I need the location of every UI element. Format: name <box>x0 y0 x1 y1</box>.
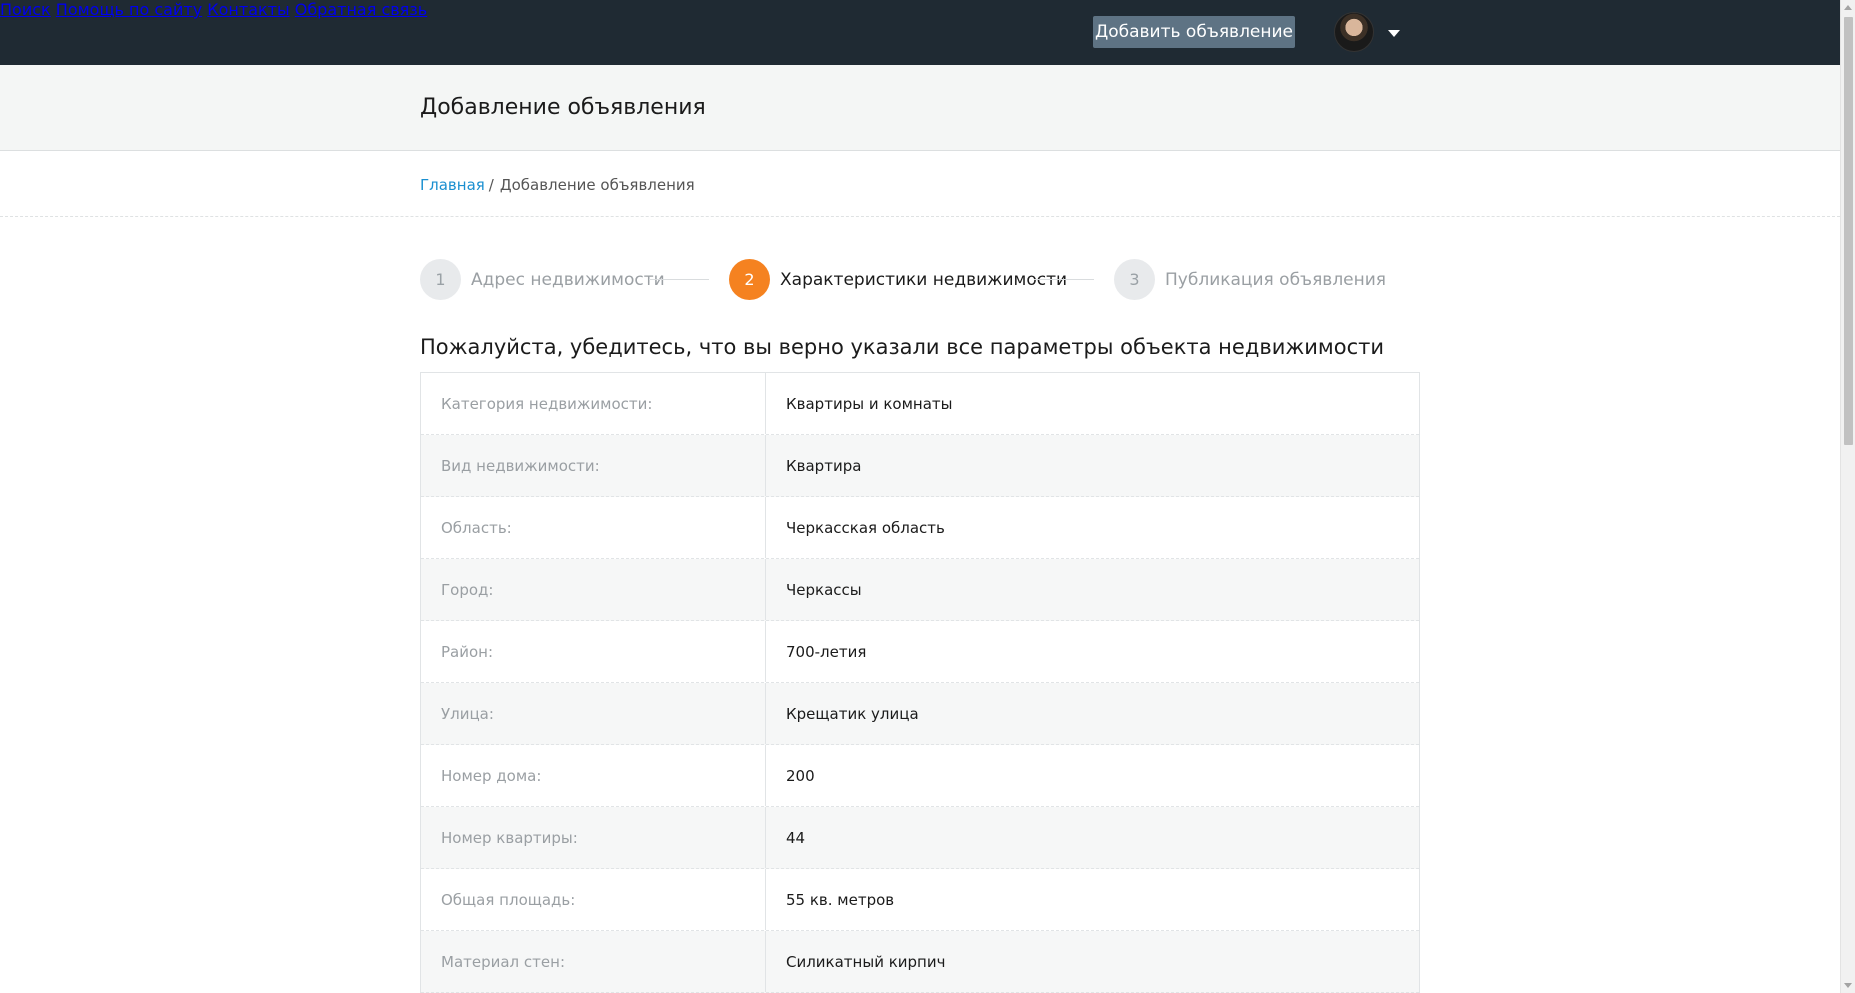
scroll-up-arrow-icon[interactable] <box>1844 5 1852 10</box>
scroll-down-arrow-icon[interactable] <box>1844 983 1852 988</box>
top-navbar: Поиск Помощь по сайту Контакты Обратная … <box>0 0 1840 65</box>
page-header: Добавление объявления <box>0 65 1840 151</box>
step-label: Адрес недвижимости <box>471 269 665 290</box>
param-value: 44 <box>786 828 806 847</box>
step-characteristics[interactable]: 2 Характеристики недвижимости <box>729 259 1067 300</box>
param-value: Силикатный кирпич <box>786 952 946 971</box>
param-value: 55 кв. метров <box>786 890 895 909</box>
chevron-down-icon[interactable] <box>1388 30 1400 37</box>
step-connector <box>1034 279 1094 280</box>
step-address[interactable]: 1 Адрес недвижимости <box>420 259 665 300</box>
breadcrumb-home-link[interactable]: Главная <box>420 176 485 194</box>
param-label: Район: <box>421 621 766 682</box>
param-value: Черкассы <box>786 580 862 599</box>
step-connector <box>649 279 709 280</box>
table-row: Область: Черкасская область <box>421 497 1419 559</box>
step-number: 3 <box>1114 259 1155 300</box>
step-number: 1 <box>420 259 461 300</box>
table-row: Номер дома: 200 <box>421 745 1419 807</box>
param-value: Крещатик улица <box>786 704 919 723</box>
nav-feedback-link[interactable]: Обратная связь <box>295 0 428 19</box>
table-row: Город: Черкассы <box>421 559 1419 621</box>
table-row: Район: 700-летия <box>421 621 1419 683</box>
nav-contacts-link[interactable]: Контакты <box>207 0 289 19</box>
nav-help-link[interactable]: Помощь по сайту <box>56 0 202 19</box>
step-publication[interactable]: 3 Публикация объявления <box>1114 259 1386 300</box>
param-label: Город: <box>421 559 766 620</box>
scroll-thumb[interactable] <box>1844 17 1853 445</box>
user-avatar[interactable] <box>1334 12 1374 52</box>
breadcrumb-divider <box>0 216 1840 217</box>
table-row: Вид недвижимости: Квартира <box>421 435 1419 497</box>
table-row: Улица: Крещатик улица <box>421 683 1419 745</box>
param-value: Черкасская область <box>786 518 945 537</box>
param-label: Область: <box>421 497 766 558</box>
step-number: 2 <box>729 259 770 300</box>
section-heading: Пожалуйста, убедитесь, что вы верно указ… <box>420 335 1385 359</box>
param-label: Номер дома: <box>421 745 766 806</box>
add-listing-button[interactable]: Добавить объявление <box>1093 16 1295 48</box>
breadcrumb: Главная / Добавление объявления <box>420 176 695 194</box>
breadcrumb-current: Добавление объявления <box>499 176 695 194</box>
table-row: Номер квартиры: 44 <box>421 807 1419 869</box>
nav-search-link[interactable]: Поиск <box>0 0 51 19</box>
table-row: Общая площадь: 55 кв. метров <box>421 869 1419 931</box>
param-value: Квартира <box>786 456 862 475</box>
step-label: Публикация объявления <box>1165 269 1387 290</box>
step-label: Характеристики недвижимости <box>780 269 1068 290</box>
param-value: Квартиры и комнаты <box>786 394 953 413</box>
param-label: Категория недвижимости: <box>421 373 766 434</box>
param-label: Материал стен: <box>421 931 766 992</box>
params-table: Категория недвижимости: Квартиры и комна… <box>420 372 1420 993</box>
table-row: Материал стен: Силикатный кирпич <box>421 931 1419 993</box>
page-title: Добавление объявления <box>420 95 706 120</box>
page-scrollbar[interactable] <box>1840 0 1855 993</box>
param-value: 700-летия <box>786 642 867 661</box>
table-row: Категория недвижимости: Квартиры и комна… <box>421 373 1419 435</box>
param-label: Общая площадь: <box>421 869 766 930</box>
param-label: Номер квартиры: <box>421 807 766 868</box>
breadcrumb-separator: / <box>488 176 494 194</box>
param-label: Вид недвижимости: <box>421 435 766 496</box>
param-value: 200 <box>786 766 815 785</box>
param-label: Улица: <box>421 683 766 744</box>
